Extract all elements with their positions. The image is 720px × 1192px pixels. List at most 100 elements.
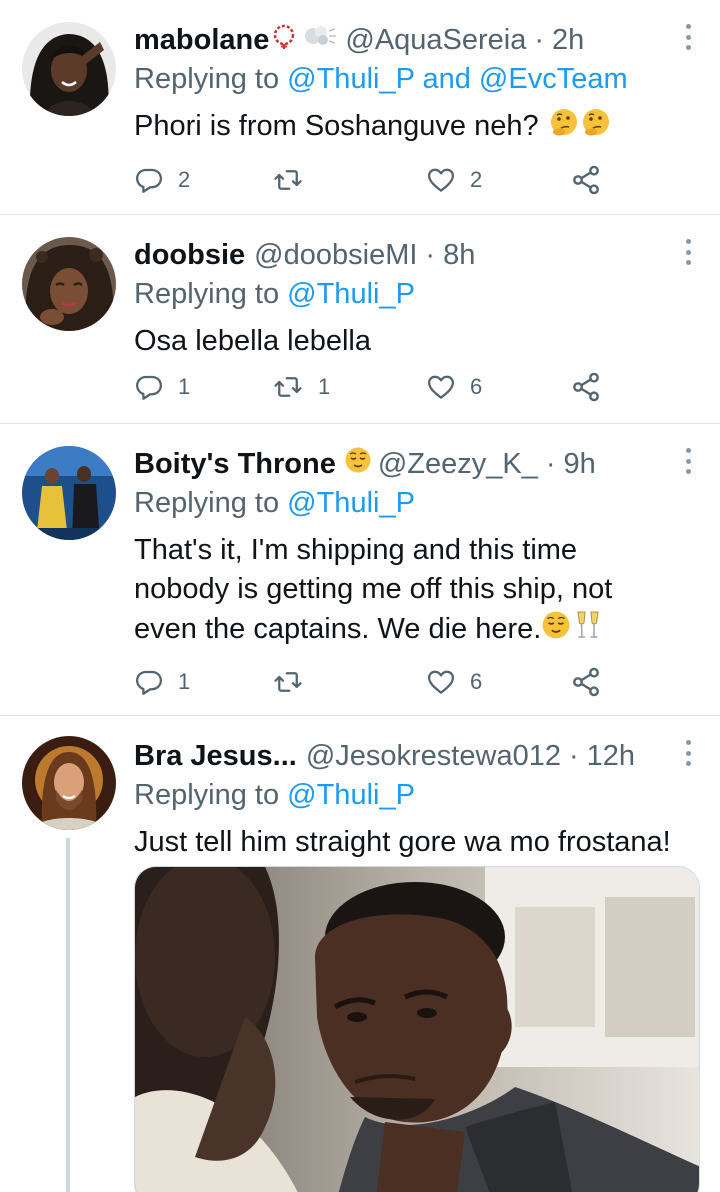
replying-prefix: Replying to [134,779,280,811]
replying-to: Replying to @Thuli_P [134,487,415,520]
tweet-header: Boity's Throne @Zeezy_K_ · 9h [134,444,596,484]
display-name[interactable]: doobsie [134,239,245,272]
avatar-photo [22,736,116,830]
tweet-text: Osa lebella lebella [134,322,694,361]
timestamp[interactable]: 9h [564,448,596,481]
share-button[interactable] [570,160,602,200]
more-icon[interactable] [684,448,692,474]
share-button[interactable] [570,662,602,702]
tweet-text: Just tell him straight gore wa mo frosta… [134,823,714,862]
reply-icon [136,168,162,193]
like-count: 2 [470,167,483,192]
thinking-face-emoji [581,107,611,148]
avatar[interactable] [22,22,116,116]
tweet-header: mabolane @AquaSereia · 2h [134,20,584,60]
avatar-photo [22,446,116,540]
timestamp[interactable]: 8h [443,239,475,272]
avatar[interactable] [22,237,116,331]
replying-to: Replying to @Thuli_P and @EvcTeam [134,63,628,96]
photo-two-men-close-up [135,867,699,1192]
tweet[interactable]: doobsie @doobsieMI · 8h Replying to @Thu… [0,215,720,424]
tweet-header: Bra Jesus... @Jesokrestewa012 · 12h [134,736,635,776]
avatar[interactable] [22,446,116,540]
tweet-actions: 1 6 [134,662,614,702]
retweet-icon [274,377,302,397]
handle[interactable]: @doobsieMI [254,239,417,272]
mention-link[interactable]: @EvcTeam [479,63,628,95]
tweet-text-line: That's it, I'm shipping and this time [134,534,578,566]
timestamp[interactable]: 2h [552,24,584,57]
mention-link[interactable]: @Thuli_P [287,487,415,519]
tweet-media-photo[interactable] [134,866,700,1192]
reply-icon [136,375,162,400]
tweet-text-line: nobody is getting me off this ship, not [134,573,613,605]
reply-button[interactable]: 1 [134,662,190,702]
separator-dot: · [545,447,556,480]
mention-link[interactable]: @Thuli_P [287,63,414,95]
separator-dot: · [568,739,579,772]
like-button[interactable]: 2 [426,160,482,200]
thinking-face-emoji [549,107,579,148]
more-icon[interactable] [684,740,692,766]
relieved-face-emoji [344,446,372,482]
tweet-text-line: Phori is from Soshanguve neh? [134,110,539,143]
avatar-photo [22,237,116,331]
rosary-emoji [271,23,297,57]
like-button[interactable]: 6 [426,662,482,702]
relieved-face-emoji [541,610,571,651]
separator-dot: · [425,238,436,271]
share-icon [573,372,599,402]
retweet-icon [274,672,302,692]
display-name[interactable]: Boity's Throne [134,448,336,481]
share-button[interactable] [570,367,602,407]
reply-count: 2 [178,167,191,192]
avatar-photo [22,22,116,116]
share-icon [573,165,599,195]
share-icon [573,667,599,697]
replying-to: Replying to @Thuli_P [134,779,415,812]
tweet[interactable]: mabolane @AquaSereia · 2h Replying to @T… [0,0,720,215]
tweet-text-line: Just tell him straight gore wa mo frosta… [134,826,671,858]
more-icon[interactable] [684,239,692,265]
tweet-text: Phori is from Soshanguve neh? [134,107,694,148]
mention-joiner: and [422,63,471,95]
tweet-actions: 2 2 [134,160,614,200]
retweet-button[interactable] [272,160,318,200]
replying-prefix: Replying to [134,278,280,310]
handle[interactable]: @Jesokrestewa012 [306,740,561,773]
retweet-button[interactable]: 1 [272,367,330,407]
mention-link[interactable]: @Thuli_P [287,779,415,811]
display-name[interactable]: Bra Jesus... [134,740,297,773]
heart-icon [428,375,454,399]
reply-button[interactable]: 1 [134,367,190,407]
separator-dot: · [534,23,545,56]
handle[interactable]: @Zeezy_K_ [378,448,538,481]
more-icon[interactable] [684,24,692,50]
reply-count: 1 [178,374,191,399]
heart-icon [428,168,454,192]
tweet-text-line-last: even the captains. We die here. [134,609,694,652]
tweet-text: That's it, I'm shipping and this time no… [134,531,694,652]
clinking-glasses-emoji [573,609,603,652]
tweet-text-line: even the captains. We die here. [134,613,542,646]
mention-link[interactable]: @Thuli_P [287,278,415,310]
reply-count: 1 [178,669,191,694]
reply-icon [136,670,162,695]
handle[interactable]: @AquaSereia [345,24,526,57]
tweet-header: doobsie @doobsieMI · 8h [134,235,475,275]
retweet-icon [274,170,302,190]
reply-button[interactable]: 2 [134,160,190,200]
tweet[interactable]: Boity's Throne @Zeezy_K_ · 9h Replying t… [0,424,720,716]
avatar[interactable] [22,736,116,830]
like-button[interactable]: 6 [426,367,482,407]
dashing-away-emoji [301,23,337,57]
tweet-text-line: Osa lebella lebella [134,325,371,357]
display-name[interactable]: mabolane [134,24,269,57]
thread-connector [66,838,70,1192]
timestamp[interactable]: 12h [587,740,635,773]
like-count: 6 [470,669,483,694]
retweet-button[interactable] [272,662,318,702]
replying-prefix: Replying to [134,63,280,95]
like-count: 6 [470,374,483,399]
replying-prefix: Replying to [134,487,280,519]
